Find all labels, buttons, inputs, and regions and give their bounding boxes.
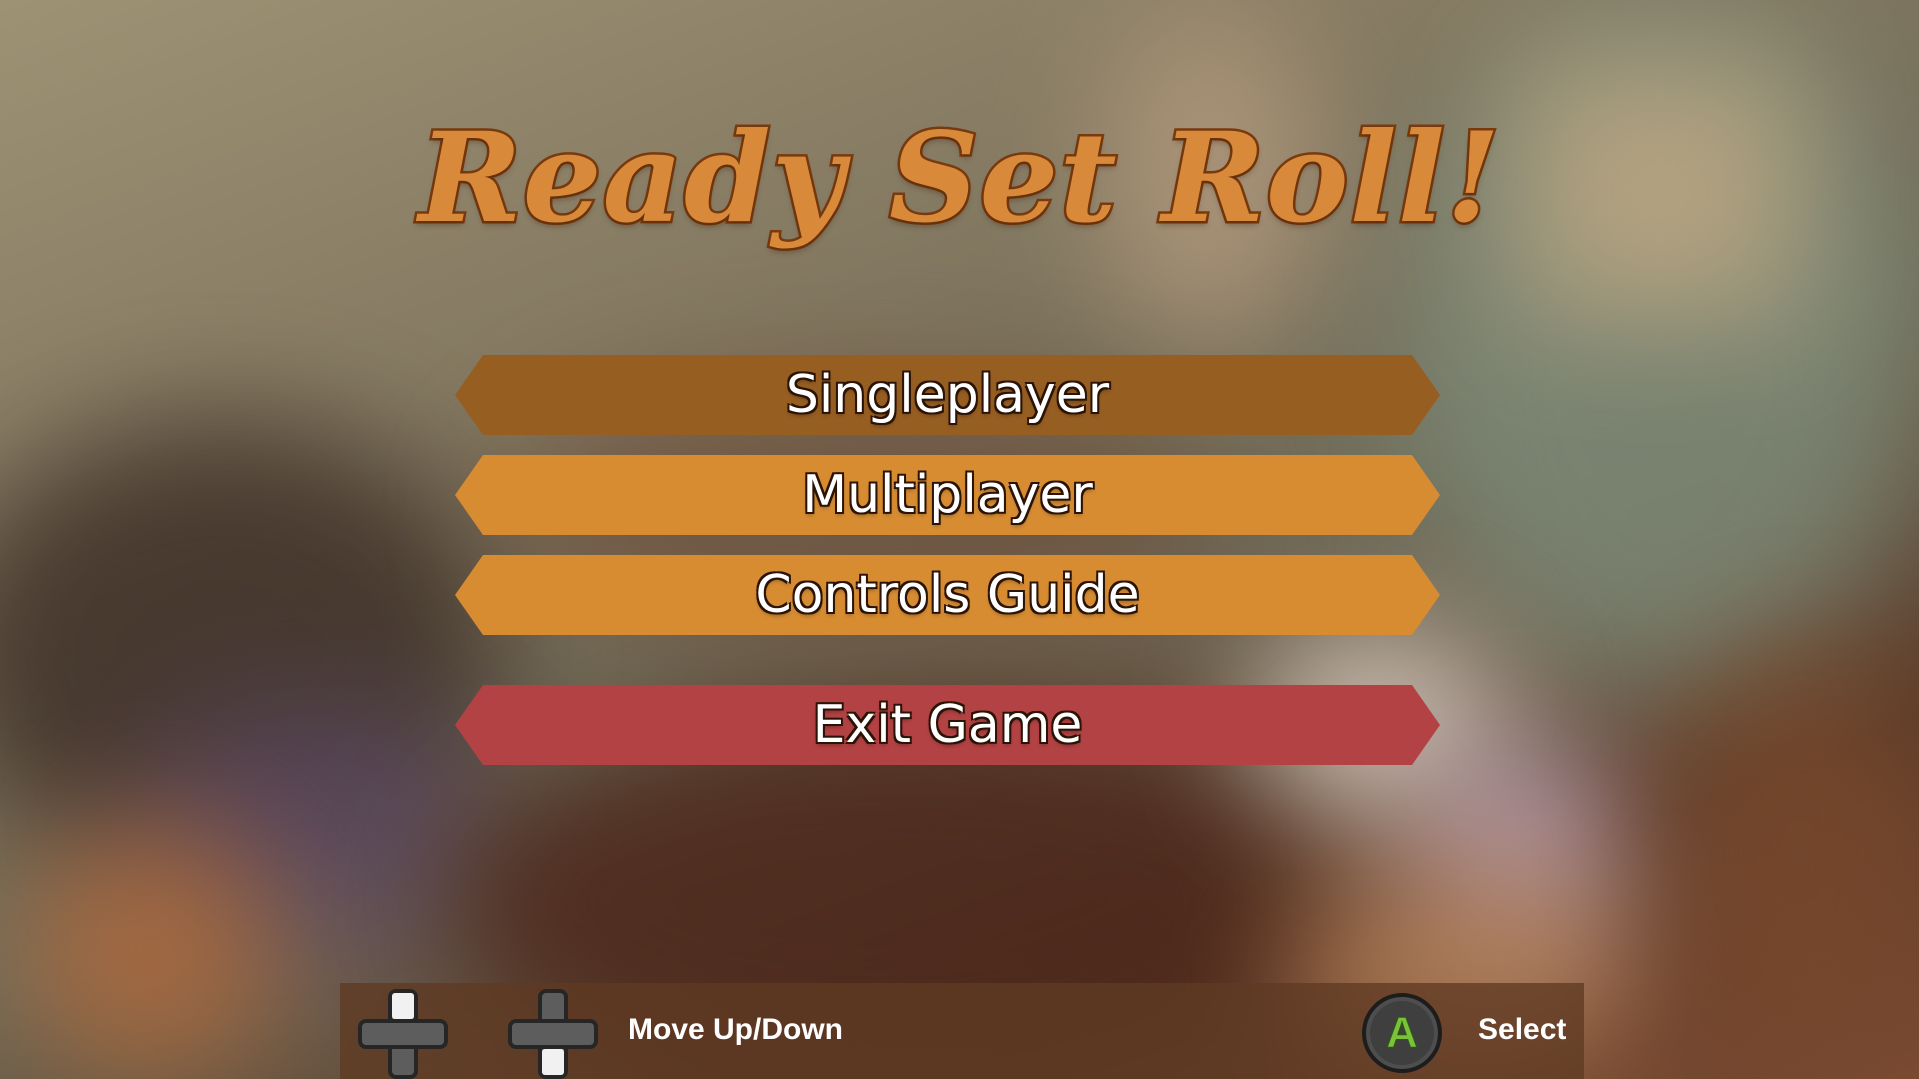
game-title-logo: Ready Set Roll! — [416, 103, 1503, 253]
controller-hint-bar: Move Up/Down A Select — [340, 983, 1584, 1079]
controls-guide-button[interactable]: Controls Guide — [455, 555, 1440, 635]
singleplayer-button[interactable]: Singleplayer — [455, 355, 1440, 435]
select-hint-label: Select — [1478, 1013, 1567, 1046]
dpad-down-icon — [508, 989, 598, 1079]
a-button-letter: A — [1386, 1008, 1419, 1058]
main-menu: Singleplayer Multiplayer Controls Guide … — [455, 355, 1440, 775]
exit-game-button[interactable]: Exit Game — [455, 685, 1440, 765]
multiplayer-button[interactable]: Multiplayer — [455, 455, 1440, 535]
a-button-icon: A — [1362, 993, 1442, 1073]
dpad-up-icon — [358, 989, 448, 1079]
move-hint-label: Move Up/Down — [628, 1013, 843, 1046]
